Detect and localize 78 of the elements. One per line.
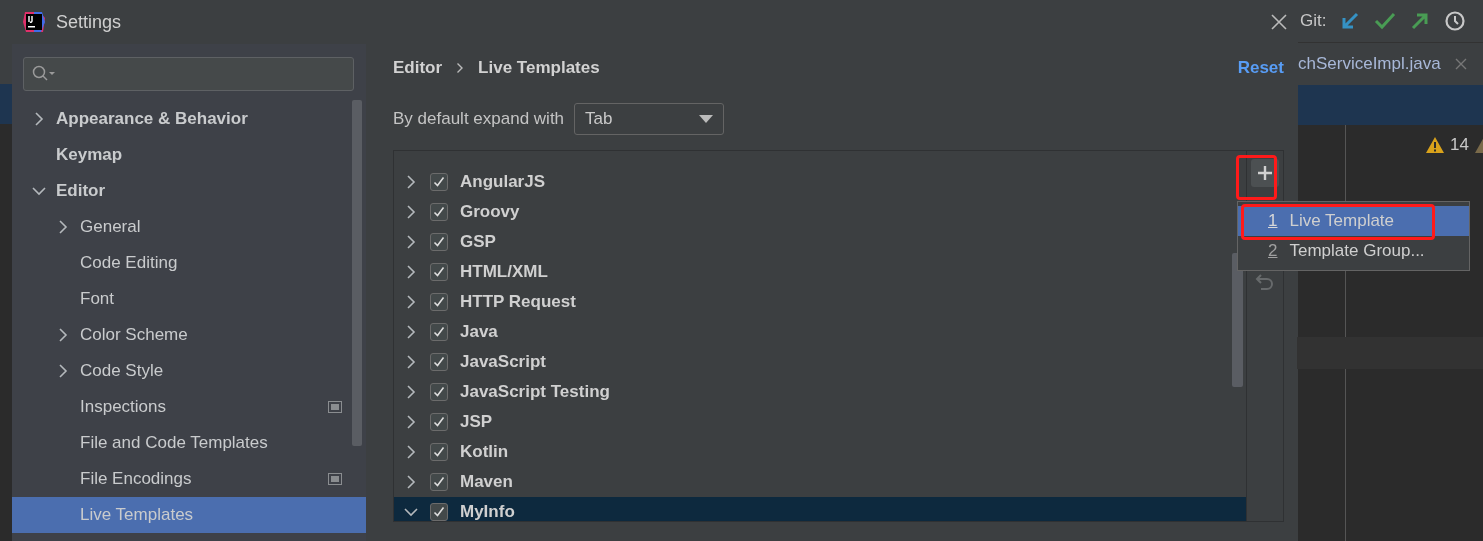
chevron-right-icon[interactable]	[58, 364, 68, 378]
checkmark-icon	[433, 476, 445, 488]
checkmark-icon	[433, 266, 445, 278]
search-icon	[32, 65, 56, 83]
checkmark-icon	[433, 326, 445, 338]
window-title: Settings	[56, 11, 122, 33]
git-label: Git:	[1300, 11, 1327, 31]
sidebar-item[interactable]: Appearance & Behavior	[12, 101, 352, 137]
field-label: By default expand with	[393, 109, 565, 129]
breadcrumb-item[interactable]: Editor	[393, 58, 443, 78]
checkbox[interactable]	[430, 353, 448, 371]
template-group-row[interactable]: HTTP Request	[394, 287, 1228, 317]
template-group-row[interactable]: HTML/XML	[394, 257, 1228, 287]
checkmark-icon	[433, 446, 445, 458]
menu-item[interactable]: 2 Template Group...	[1238, 236, 1469, 266]
checkmark-icon	[433, 356, 445, 368]
checkmark-icon	[433, 416, 445, 428]
sidebar-item[interactable]: Keymap	[12, 137, 352, 173]
chevron-right-icon	[456, 62, 465, 74]
checkmark-icon	[433, 176, 445, 188]
checkmark-icon	[433, 296, 445, 308]
checkbox[interactable]	[430, 443, 448, 461]
template-group-row[interactable]: Maven	[394, 467, 1228, 497]
sidebar-item[interactable]: File and Code Templates	[12, 425, 352, 461]
chevron-right-icon[interactable]	[34, 112, 44, 126]
sidebar-item[interactable]: Inspections	[12, 389, 352, 425]
template-group-row[interactable]: MyInfo	[394, 497, 1246, 521]
template-group-row[interactable]: Kotlin	[394, 437, 1228, 467]
template-group-row[interactable]: Java	[394, 317, 1228, 347]
sidebar-item[interactable]: Code Style	[12, 353, 352, 389]
dropdown-arrow-icon	[699, 115, 714, 123]
sidebar-item[interactable]: Editor	[12, 173, 352, 209]
sidebar-item[interactable]: General	[12, 209, 352, 245]
template-group-row[interactable]: JSP	[394, 407, 1228, 437]
chevron-right-icon[interactable]	[58, 220, 68, 234]
scrollbar[interactable]	[1232, 253, 1243, 387]
checkbox[interactable]	[430, 233, 448, 251]
template-group-row[interactable]: AngularJS	[394, 167, 1228, 197]
checkbox[interactable]	[430, 263, 448, 281]
sidebar-item[interactable]: Color Scheme	[12, 317, 352, 353]
sidebar-item[interactable]: Code Editing	[12, 245, 352, 281]
template-group-row[interactable]: JavaScript	[394, 347, 1228, 377]
checkbox[interactable]	[430, 503, 448, 521]
template-group-row[interactable]: Groovy	[394, 197, 1228, 227]
checkbox[interactable]	[430, 413, 448, 431]
checkmark-icon	[433, 206, 445, 218]
template-group-row[interactable]: GSP	[394, 227, 1228, 257]
sidebar-item[interactable]: Font	[12, 281, 352, 317]
clock-icon[interactable]	[1444, 10, 1467, 32]
warning-count[interactable]: 14	[1450, 135, 1469, 155]
scrollbar[interactable]	[352, 100, 362, 446]
search-field[interactable]	[23, 57, 354, 91]
checkmark-icon	[433, 236, 445, 248]
menu-item[interactable]: 1 Live Template	[1238, 206, 1469, 236]
add-button[interactable]	[1251, 159, 1279, 187]
warning-icon	[1426, 137, 1445, 153]
checkbox[interactable]	[430, 473, 448, 491]
arrow-icon[interactable]	[1340, 11, 1361, 31]
arrow-icon[interactable]	[1410, 11, 1431, 31]
reset-link[interactable]: Reset	[1237, 58, 1284, 78]
breadcrumb-item[interactable]: Live Templates	[478, 58, 600, 78]
close-icon[interactable]	[1270, 13, 1288, 31]
checkbox[interactable]	[430, 203, 448, 221]
plus-icon	[1257, 165, 1273, 181]
checkbox[interactable]	[430, 173, 448, 191]
checkbox[interactable]	[430, 293, 448, 311]
checkmark-icon	[433, 386, 445, 398]
checkbox[interactable]	[430, 323, 448, 341]
chevron-right-icon[interactable]	[58, 328, 68, 342]
app-logo-icon	[22, 10, 46, 34]
template-group-row[interactable]: JavaScript Testing	[394, 377, 1228, 407]
check-icon[interactable]	[1374, 11, 1397, 31]
checkmark-icon	[433, 506, 445, 518]
expand-key-dropdown[interactable]: Tab	[574, 103, 725, 135]
highlight-frame	[1236, 155, 1277, 200]
sidebar-item[interactable]: File Encodings	[12, 461, 352, 497]
checkbox[interactable]	[430, 383, 448, 401]
chevron-down-icon[interactable]	[32, 186, 46, 196]
